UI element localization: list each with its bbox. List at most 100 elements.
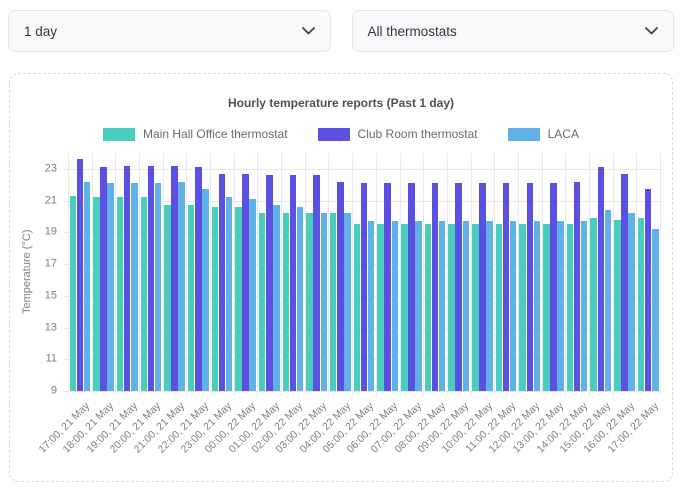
bar-main-hall-office-thermostat	[638, 218, 645, 391]
bar-laca	[534, 221, 541, 391]
bar-main-hall-office-thermostat	[448, 224, 455, 391]
bar-laca	[581, 221, 588, 391]
bar-club-room-thermostat	[337, 182, 344, 391]
bar-club-room-thermostat	[621, 174, 628, 391]
y-tick-label: 19	[45, 226, 57, 238]
bar-main-hall-office-thermostat	[590, 218, 597, 391]
bar-club-room-thermostat	[408, 183, 415, 391]
period-dropdown[interactable]: 1 day	[8, 10, 331, 52]
chart-title: Hourly temperature reports (Past 1 day)	[10, 96, 672, 110]
y-tick-label: 23	[45, 162, 57, 174]
bar-laca	[273, 205, 280, 391]
bar-club-room-thermostat	[219, 174, 226, 391]
bar-laca	[178, 182, 185, 391]
bar-main-hall-office-thermostat	[567, 224, 574, 391]
bar-main-hall-office-thermostat	[93, 197, 100, 391]
legend-swatch	[318, 128, 350, 141]
bar-laca	[202, 189, 209, 391]
bar-laca	[249, 199, 256, 391]
chevron-down-icon	[302, 27, 315, 35]
bar-club-room-thermostat	[195, 167, 202, 391]
bar-club-room-thermostat	[77, 159, 84, 391]
bar-club-room-thermostat	[100, 167, 107, 391]
bar-club-room-thermostat	[313, 175, 320, 391]
bar-main-hall-office-thermostat	[496, 224, 503, 391]
legend-swatch	[103, 128, 135, 141]
bar-laca	[107, 183, 114, 391]
legend-item-laca[interactable]: LACA	[508, 127, 579, 141]
gridline-horizontal	[64, 391, 660, 392]
bar-club-room-thermostat	[384, 183, 391, 391]
bar-main-hall-office-thermostat	[543, 224, 550, 391]
bar-laca	[131, 183, 138, 391]
bar-laca	[368, 221, 375, 391]
y-tick-label: 13	[45, 321, 57, 333]
chevron-down-icon	[645, 27, 658, 35]
bar-main-hall-office-thermostat	[354, 224, 361, 391]
bar-laca	[605, 210, 612, 391]
bar-main-hall-office-thermostat	[377, 224, 384, 391]
bar-main-hall-office-thermostat	[259, 213, 266, 391]
bar-laca	[226, 197, 233, 391]
bar-club-room-thermostat	[432, 183, 439, 391]
bar-laca	[463, 221, 470, 391]
bar-club-room-thermostat	[148, 166, 155, 391]
bar-club-room-thermostat	[550, 183, 557, 391]
bar-main-hall-office-thermostat	[401, 224, 408, 391]
y-tick-label: 15	[45, 289, 57, 301]
bar-club-room-thermostat	[574, 182, 581, 391]
y-tick-label: 21	[45, 194, 57, 206]
bar-club-room-thermostat	[242, 174, 249, 391]
bar-club-room-thermostat	[124, 166, 131, 391]
bar-club-room-thermostat	[527, 183, 534, 391]
legend-item-main-hall-office-thermostat[interactable]: Main Hall Office thermostat	[103, 127, 288, 141]
bar-laca	[155, 183, 162, 391]
period-dropdown-value: 1 day	[24, 24, 57, 39]
bar-laca	[84, 182, 91, 391]
bar-club-room-thermostat	[503, 183, 510, 391]
bar-laca	[297, 207, 304, 391]
chart-legend: Main Hall Office thermostat Club Room the…	[10, 127, 672, 141]
bar-main-hall-office-thermostat	[425, 224, 432, 391]
bar-main-hall-office-thermostat	[235, 207, 242, 391]
bar-laca	[652, 229, 659, 391]
bar-laca	[344, 213, 351, 391]
bar-laca	[415, 221, 422, 391]
y-axis-title: Temperature (°C)	[20, 153, 34, 391]
chart-plot: Temperature (°C) 91113151719212317:00, 2…	[68, 153, 660, 391]
bar-club-room-thermostat	[479, 183, 486, 391]
y-tick-label: 17	[45, 257, 57, 269]
y-tick-label: 9	[51, 384, 57, 396]
gridline-vertical	[660, 153, 661, 395]
bar-laca	[510, 221, 517, 391]
controls-bar: 1 day All thermostats	[0, 0, 682, 52]
bar-main-hall-office-thermostat	[306, 213, 313, 391]
bar-main-hall-office-thermostat	[164, 205, 171, 391]
bar-main-hall-office-thermostat	[117, 197, 124, 391]
bar-main-hall-office-thermostat	[472, 224, 479, 391]
bar-laca	[439, 221, 446, 391]
bar-main-hall-office-thermostat	[519, 224, 526, 391]
bar-club-room-thermostat	[171, 166, 178, 391]
bar-laca	[557, 221, 564, 391]
bar-main-hall-office-thermostat	[330, 213, 337, 391]
bar-main-hall-office-thermostat	[614, 220, 621, 391]
bar-main-hall-office-thermostat	[70, 196, 77, 391]
y-tick-label: 11	[46, 353, 57, 365]
bar-club-room-thermostat	[361, 183, 368, 391]
chart-card: Hourly temperature reports (Past 1 day) …	[9, 73, 673, 482]
legend-swatch	[508, 128, 540, 141]
bar-main-hall-office-thermostat	[141, 197, 148, 391]
legend-item-club-room-thermostat[interactable]: Club Room thermostat	[318, 127, 478, 141]
legend-label: Main Hall Office thermostat	[143, 127, 288, 141]
bar-main-hall-office-thermostat	[283, 213, 290, 391]
thermostat-dropdown-value: All thermostats	[368, 24, 457, 39]
bar-club-room-thermostat	[598, 167, 605, 391]
bar-club-room-thermostat	[455, 183, 462, 391]
bar-main-hall-office-thermostat	[188, 205, 195, 391]
bar-main-hall-office-thermostat	[212, 207, 219, 391]
bar-laca	[392, 221, 399, 391]
bar-laca	[486, 221, 493, 391]
legend-label: LACA	[548, 127, 579, 141]
thermostat-dropdown[interactable]: All thermostats	[352, 10, 675, 52]
